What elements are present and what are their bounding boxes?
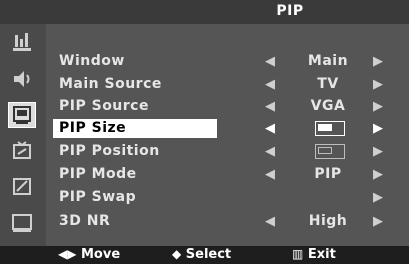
move-hint: ◀▶ Move (58, 247, 120, 262)
menu-label-box-selected: PIP Size (53, 119, 217, 138)
menu-label-box: PIP Mode (53, 165, 217, 184)
menu-row-pip-source[interactable]: PIP Source ◀ VGA ▶ (53, 97, 393, 117)
select-hint: ◆ Select (172, 247, 231, 262)
menu-label: PIP Size (59, 120, 127, 136)
menu-value: Main (307, 53, 349, 69)
pip-size-large-icon (315, 121, 345, 136)
menu-title: PIP (276, 3, 304, 19)
menu-row-3d-nr[interactable]: 3D NR ◀ High ▶ (53, 212, 393, 232)
menu-row-main-source[interactable]: Main Source ◀ TV ▶ (53, 75, 393, 95)
exit-label: Exit (307, 247, 336, 262)
menu-label-box: PIP Swap (53, 188, 217, 207)
menu-label-box: 3D NR (53, 212, 217, 231)
application-icon[interactable] (8, 210, 36, 236)
move-arrows-icon: ◀▶ (58, 247, 77, 261)
left-arrow-icon[interactable]: ◀ (263, 144, 277, 159)
right-arrow-icon[interactable]: ▶ (371, 54, 385, 69)
menu-button-icon: ▥ (292, 247, 304, 261)
right-arrow-icon[interactable]: ▶ (371, 121, 385, 136)
right-arrow-icon[interactable]: ▶ (371, 167, 385, 182)
picture-icon[interactable] (8, 30, 36, 56)
sound-icon[interactable] (8, 66, 36, 92)
left-arrow-icon[interactable]: ◀ (263, 214, 277, 229)
right-arrow-icon[interactable]: ▶ (371, 77, 385, 92)
select-arrows-icon: ◆ (172, 247, 182, 261)
left-arrow-icon[interactable]: ◀ (263, 121, 277, 136)
left-arrow-icon[interactable]: ◀ (263, 99, 277, 114)
footer-bar: ◀▶ Move ◆ Select ▥ Exit (0, 246, 409, 264)
left-arrow-icon[interactable]: ◀ (263, 77, 277, 92)
menu-row-pip-mode[interactable]: PIP Mode ◀ PIP ▶ (53, 165, 393, 185)
menu-value: High (308, 213, 348, 229)
pip-position-icon (315, 144, 345, 159)
menu-label: PIP Position (59, 143, 160, 159)
category-sidebar (0, 24, 46, 246)
menu-row-pip-swap[interactable]: PIP Swap ▶ (53, 188, 393, 208)
menu-label-box: PIP Position (53, 142, 217, 161)
right-arrow-icon[interactable]: ▶ (371, 190, 385, 205)
pip-osd-menu: PIP Window ◀ Main ▶ Main Source ◀ TV ▶ P… (0, 0, 409, 264)
menu-value: TV (317, 76, 339, 92)
left-arrow-icon[interactable]: ◀ (263, 54, 277, 69)
menu-label-box: Main Source (53, 75, 217, 94)
menu-label: Window (59, 53, 125, 69)
menu-row-window[interactable]: Window ◀ Main ▶ (53, 52, 393, 72)
menu-row-pip-position[interactable]: PIP Position ◀ ▶ (53, 142, 393, 162)
select-label: Select (185, 247, 232, 262)
right-arrow-icon[interactable]: ▶ (371, 99, 385, 114)
menu-label-box: Window (53, 52, 217, 71)
channel-icon[interactable] (8, 102, 36, 128)
menu-label: 3D NR (59, 213, 111, 229)
left-arrow-icon[interactable]: ◀ (263, 167, 277, 182)
title-bar: PIP (0, 0, 409, 24)
menu-value: PIP (314, 166, 342, 182)
menu-value: VGA (310, 98, 346, 114)
input-icon[interactable] (8, 174, 36, 200)
exit-hint: ▥ Exit (292, 247, 336, 262)
setup-icon[interactable] (8, 138, 36, 164)
menu-label: PIP Source (59, 98, 149, 114)
right-arrow-icon[interactable]: ▶ (371, 214, 385, 229)
menu-row-pip-size[interactable]: PIP Size ◀ ▶ (53, 119, 393, 139)
menu-label: PIP Mode (59, 166, 137, 182)
right-arrow-icon[interactable]: ▶ (371, 144, 385, 159)
move-label: Move (81, 247, 121, 262)
menu-label-box: PIP Source (53, 97, 217, 116)
menu-label: PIP Swap (59, 189, 137, 205)
menu-label: Main Source (59, 76, 162, 92)
